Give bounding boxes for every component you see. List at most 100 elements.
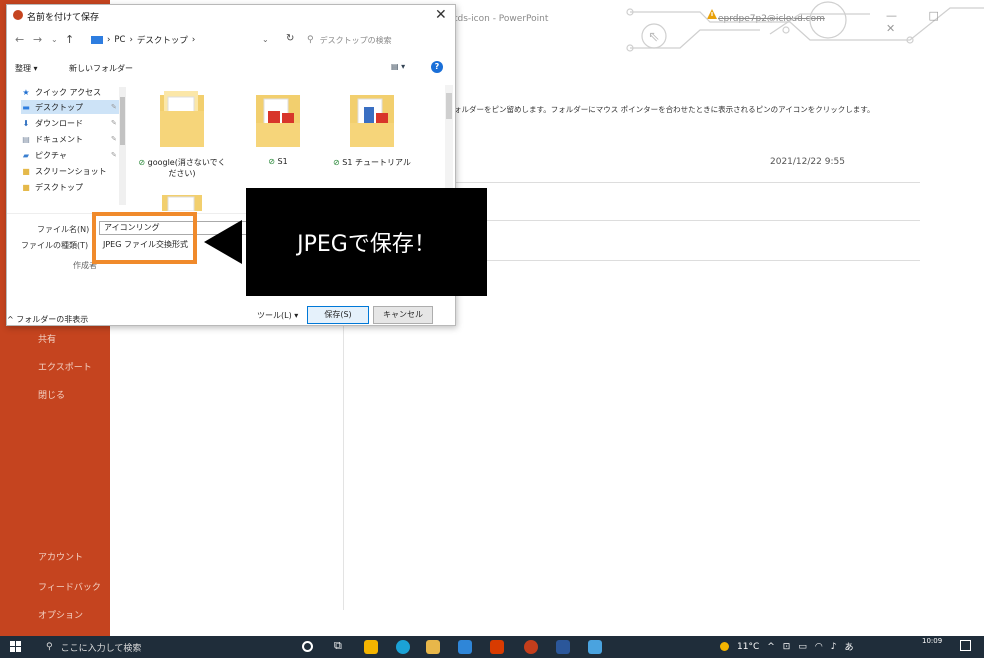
nav-item-screenshots[interactable]: ■ スクリーンショット <box>21 164 121 178</box>
chevron-down-icon[interactable]: ⌄ <box>262 35 269 44</box>
photos-icon[interactable] <box>588 640 602 654</box>
close-button[interactable]: ✕ <box>435 7 447 23</box>
office-icon[interactable] <box>490 640 504 654</box>
sidebar-item-feedback[interactable]: フィードバック <box>38 580 101 593</box>
scroll-thumb[interactable] <box>120 97 125 145</box>
search-icon: ⚲ <box>307 35 314 45</box>
ime-indicator[interactable]: あ <box>844 640 853 653</box>
synced-check-icon: ⊘ <box>268 157 275 166</box>
file-item[interactable] <box>137 191 227 211</box>
windows-start-icon[interactable] <box>10 641 22 653</box>
navigation-pane: ★ クイック アクセス ▬ デスクトップ ✎ ⬇ ダウンロード ✎ ▤ ドキュメ… <box>7 85 126 209</box>
chevron-down-icon[interactable]: ⌄ <box>51 35 58 44</box>
up-arrow-icon[interactable]: ↑ <box>65 33 74 46</box>
divider <box>456 260 920 261</box>
edge-icon[interactable] <box>396 640 410 654</box>
pin-icon[interactable]: ✎ <box>111 119 117 127</box>
command-bar: 整理 ▾ 新しいフォルダー ▤ ▾ ? <box>7 61 455 77</box>
chevron-up-icon: ^ <box>7 315 14 324</box>
sidebar-item-export[interactable]: エクスポート <box>38 360 92 373</box>
dialog-titlebar[interactable]: 名前を付けて保存 ✕ <box>7 5 455 27</box>
nav-item-pictures[interactable]: ▰ ピクチャ ✎ <box>21 148 121 162</box>
system-tray: 11°C ^ ⊡ ▭ ◠ ♪ あ <box>720 640 853 653</box>
file-item[interactable]: ⊘ S1 チュートリアル <box>327 89 417 168</box>
help-icon[interactable]: ? <box>431 61 443 73</box>
chevron-right-icon: › <box>107 35 111 45</box>
cancel-button[interactable]: キャンセル <box>373 306 433 324</box>
folder-icon: ■ <box>22 182 30 192</box>
search-icon: ⚲ <box>46 642 53 652</box>
divider <box>456 182 920 183</box>
file-name: ⊘ google(消さないでください) <box>138 158 226 178</box>
folder-icon <box>162 195 202 211</box>
organize-button[interactable]: 整理 ▾ <box>15 63 38 74</box>
download-icon: ⬇ <box>22 118 30 128</box>
tools-button[interactable]: ツール(L) ▾ <box>257 310 298 321</box>
chevron-right-icon: › <box>191 35 196 45</box>
sidebar-item-share[interactable]: 共有 <box>38 332 56 345</box>
taskbar-search[interactable]: ⚲ ここに入力して検索 <box>38 636 268 658</box>
callout-label: JPEGで保存！ <box>246 188 487 296</box>
refresh-icon[interactable]: ↻ <box>286 33 294 44</box>
forward-arrow-icon[interactable]: → <box>33 33 42 46</box>
nav-scrollbar[interactable] <box>119 87 126 205</box>
pin-icon[interactable]: ✎ <box>111 151 117 159</box>
window-controls[interactable]: — □ ✕ <box>886 9 984 35</box>
app-icon[interactable] <box>364 640 378 654</box>
filetype-label: ファイルの種類(T) <box>21 241 89 250</box>
document-icon: ▤ <box>22 134 30 144</box>
mail-icon[interactable] <box>458 640 472 654</box>
volume-icon[interactable]: ♪ <box>831 642 837 652</box>
search-input[interactable]: ⚲ デスクトップの検索 <box>307 32 447 48</box>
file-explorer-icon[interactable] <box>426 640 440 654</box>
svg-text:⇖: ⇖ <box>648 29 660 45</box>
sidebar-item-options[interactable]: オプション <box>38 608 83 621</box>
picture-icon: ▰ <box>22 150 30 160</box>
pointer-arrow <box>204 220 242 264</box>
chevron-up-icon[interactable]: ^ <box>767 642 775 652</box>
nav-item-quick-access[interactable]: ★ クイック アクセス <box>21 85 121 99</box>
breadcrumb-item-pc[interactable]: PC <box>114 35 125 45</box>
file-item[interactable]: ⊘ S1 <box>233 89 323 166</box>
clock[interactable]: 10:09 <box>922 637 942 645</box>
filename-label: ファイル名(N) <box>37 225 90 234</box>
folder-icon <box>256 95 300 147</box>
breadcrumb-item-desktop[interactable]: デスクトップ <box>137 34 188 46</box>
powerpoint-icon <box>13 10 23 20</box>
folder-icon <box>160 91 204 147</box>
task-view-icon[interactable]: ⧉ <box>334 639 348 653</box>
nav-item-desktop-folder[interactable]: ■ デスクトップ <box>21 180 121 194</box>
address-bar-row: ← → ⌄ ↑ › PC › デスクトップ › ⌄ ↻ ⚲ デスクトップの検索 <box>7 31 455 51</box>
wifi-icon[interactable]: ◠ <box>815 642 823 652</box>
synced-check-icon: ⊘ <box>138 158 146 167</box>
breadcrumb[interactable]: › PC › デスクトップ › <box>91 31 291 49</box>
nav-item-downloads[interactable]: ⬇ ダウンロード ✎ <box>21 116 121 130</box>
sidebar-item-account[interactable]: アカウント <box>38 550 83 563</box>
synced-check-icon: ⊘ <box>333 158 340 167</box>
word-icon[interactable] <box>556 640 570 654</box>
weather-icon[interactable] <box>720 642 729 651</box>
new-folder-button[interactable]: 新しいフォルダー <box>69 63 133 74</box>
weather-temp[interactable]: 11°C <box>737 642 759 652</box>
hide-folders-toggle[interactable]: ^ フォルダーの非表示 <box>7 314 88 325</box>
sidebar-item-close[interactable]: 閉じる <box>38 388 65 401</box>
highlight-box <box>92 212 197 264</box>
recent-file-date: 2021/12/22 9:55 <box>770 157 845 167</box>
nav-item-desktop[interactable]: ▬ デスクトップ ✎ <box>21 100 121 114</box>
save-button[interactable]: 保存(S) <box>307 306 369 324</box>
cortana-icon[interactable] <box>302 641 313 652</box>
notification-icon[interactable] <box>960 640 971 651</box>
back-arrow-icon[interactable]: ← <box>15 33 24 46</box>
view-options-icon[interactable]: ▤ ▾ <box>391 62 405 71</box>
folder-icon <box>350 95 394 147</box>
desktop-icon: ▬ <box>22 102 30 112</box>
scroll-thumb[interactable] <box>446 93 452 119</box>
powerpoint-icon[interactable] <box>524 640 538 654</box>
pin-icon[interactable]: ✎ <box>111 135 117 143</box>
file-item[interactable]: ⊘ google(消さないでください) <box>137 89 227 179</box>
nav-item-documents[interactable]: ▤ ドキュメント ✎ <box>21 132 121 146</box>
window-title: tds-icon - PowerPoint <box>454 14 549 24</box>
pin-icon[interactable]: ✎ <box>111 103 117 111</box>
battery-icon[interactable]: ▭ <box>798 642 807 652</box>
network-icon[interactable]: ⊡ <box>783 642 791 652</box>
